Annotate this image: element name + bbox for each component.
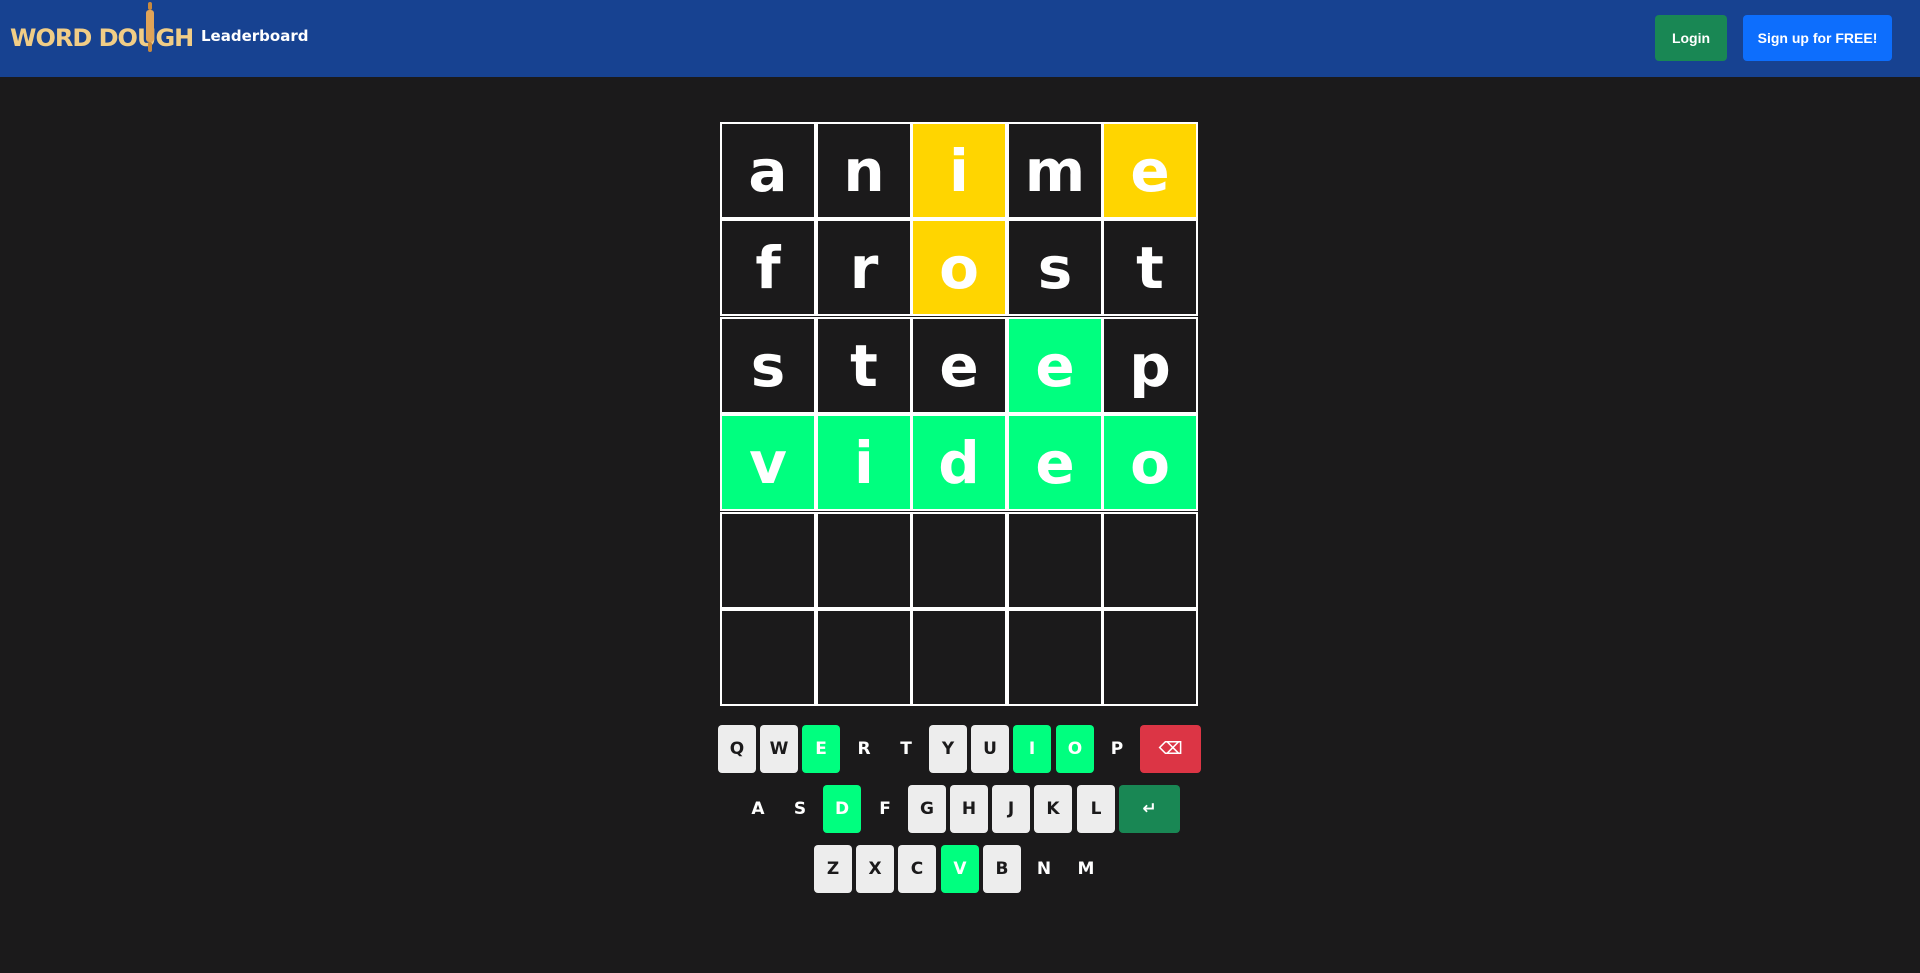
board-tile-empty	[911, 512, 1007, 609]
key-b[interactable]: B	[983, 845, 1021, 893]
board-tile-empty	[1007, 609, 1103, 706]
key-i[interactable]: I	[1013, 725, 1051, 773]
rolling-pin-icon	[146, 2, 154, 52]
logo-text: WORD DOUGH	[10, 24, 194, 52]
board-tile: e	[1007, 414, 1103, 511]
key-o[interactable]: O	[1056, 725, 1094, 773]
board-tile: e	[1007, 317, 1103, 414]
enter-key[interactable]: ↵	[1119, 785, 1180, 833]
board-tile: e	[1102, 122, 1198, 219]
key-v[interactable]: V	[941, 845, 979, 893]
key-n[interactable]: N	[1025, 845, 1063, 893]
key-f[interactable]: F	[866, 785, 904, 833]
navbar: WORD DOUGH Leaderboard Login Sign up for…	[0, 0, 1920, 77]
board-tile-empty	[1007, 512, 1103, 609]
key-l[interactable]: L	[1077, 785, 1115, 833]
logo[interactable]: WORD DOUGH	[10, 12, 194, 64]
board-tile: n	[816, 122, 912, 219]
key-q[interactable]: Q	[718, 725, 756, 773]
board-tile-empty	[1102, 512, 1198, 609]
key-d[interactable]: D	[823, 785, 861, 833]
board-tile: r	[816, 219, 912, 316]
board-tile: d	[911, 414, 1007, 511]
board-tile: e	[911, 317, 1007, 414]
key-r[interactable]: R	[845, 725, 883, 773]
board-tile: s	[1007, 219, 1103, 316]
key-g[interactable]: G	[908, 785, 946, 833]
board-tile-empty	[1102, 609, 1198, 706]
key-x[interactable]: X	[856, 845, 894, 893]
board-tile-empty	[816, 512, 912, 609]
board-tile: t	[1102, 219, 1198, 316]
board-tile-empty	[720, 609, 816, 706]
key-p[interactable]: P	[1098, 725, 1136, 773]
board-tile: i	[816, 414, 912, 511]
board-tile-empty	[816, 609, 912, 706]
board-tile: o	[1102, 414, 1198, 511]
board-tile-empty	[911, 609, 1007, 706]
board-tile: s	[720, 317, 816, 414]
key-h[interactable]: H	[950, 785, 988, 833]
key-j[interactable]: J	[992, 785, 1030, 833]
backspace-key[interactable]: ⌫	[1140, 725, 1201, 773]
game-board: animefroststeepvideo	[720, 122, 1200, 708]
login-button[interactable]: Login	[1655, 15, 1727, 61]
board-tile: p	[1102, 317, 1198, 414]
key-c[interactable]: C	[898, 845, 936, 893]
key-t[interactable]: T	[887, 725, 925, 773]
board-tile: t	[816, 317, 912, 414]
signup-button[interactable]: Sign up for FREE!	[1743, 15, 1892, 61]
board-tile: a	[720, 122, 816, 219]
key-k[interactable]: K	[1034, 785, 1072, 833]
key-e[interactable]: E	[802, 725, 840, 773]
key-y[interactable]: Y	[929, 725, 967, 773]
key-w[interactable]: W	[760, 725, 798, 773]
board-tile: f	[720, 219, 816, 316]
leaderboard-link[interactable]: Leaderboard	[201, 27, 308, 45]
board-tile: m	[1007, 122, 1103, 219]
key-u[interactable]: U	[971, 725, 1009, 773]
board-tile-empty	[720, 512, 816, 609]
board-tile: o	[911, 219, 1007, 316]
board-tile: v	[720, 414, 816, 511]
key-s[interactable]: S	[781, 785, 819, 833]
key-m[interactable]: M	[1067, 845, 1105, 893]
key-a[interactable]: A	[739, 785, 777, 833]
board-tile: i	[911, 122, 1007, 219]
key-z[interactable]: Z	[814, 845, 852, 893]
